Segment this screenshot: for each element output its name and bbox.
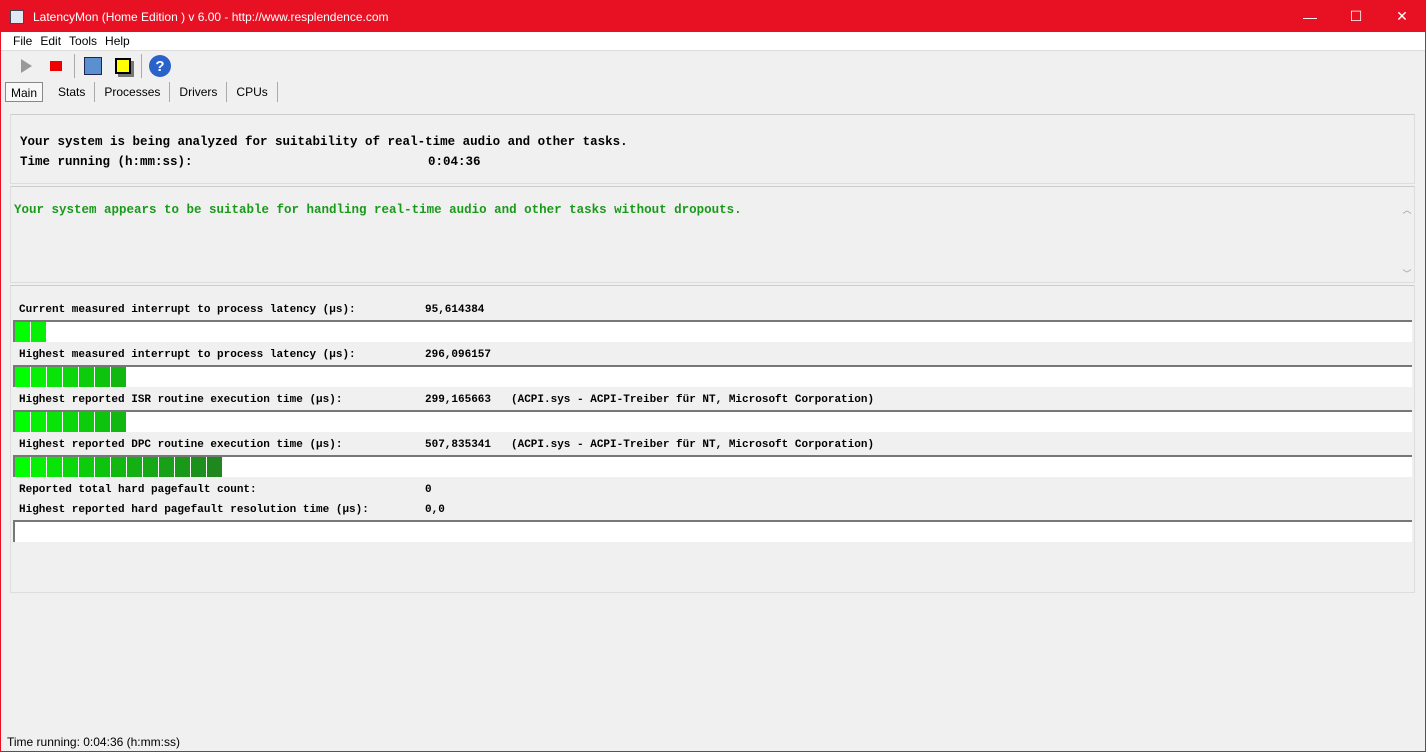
time-running-value: 0:04:36 [428,155,481,169]
bar-segment [95,367,110,387]
metric-bar [13,455,1412,477]
help-button[interactable]: ? [145,53,175,79]
bar-segment [31,367,46,387]
bar-segment [15,367,30,387]
bar-segment [15,457,30,477]
bar-segment [31,457,46,477]
metric-label: Highest reported ISR routine execution t… [19,394,343,406]
metrics-panel: Current measured interrupt to process la… [10,285,1415,593]
metric-label: Current measured interrupt to process la… [19,304,356,316]
metric-value: 299,165663 [425,394,492,406]
metric-row: Highest measured interrupt to process la… [13,345,1412,365]
bar-segment [31,322,46,342]
metric-label: Highest measured interrupt to process la… [19,349,356,361]
analysis-message: Your system is being analyzed for suitab… [20,135,628,149]
metric-value: 95,614384 [425,304,485,316]
time-running-label: Time running (h:mm:ss): [20,155,193,169]
pagefault-count-label: Reported total hard pagefault count: [19,484,257,496]
cpu-button[interactable] [108,53,138,79]
bar-segment [47,367,62,387]
menu-help[interactable]: Help [105,34,130,48]
bar-segment [111,367,126,387]
tab-main[interactable]: Main [5,82,44,102]
menu-edit[interactable]: Edit [40,34,61,48]
metric-bar [13,410,1412,432]
title-bar: LatencyMon (Home Edition ) v 6.00 - http… [1,1,1425,32]
status-bar: Time running: 0:04:36 (h:mm:ss) [7,735,180,749]
toolbar-separator [74,54,75,78]
bar-segment [15,412,30,432]
bar-segment [47,457,62,477]
metric-bar [13,320,1412,342]
tab-cpus[interactable]: CPUs [227,82,278,102]
toolbar-separator [141,54,142,78]
bar-segment [207,457,222,477]
bar-segment [31,412,46,432]
verdict-panel: Your system appears to be suitable for h… [10,186,1415,283]
pagefault-bar [13,520,1412,542]
metric-value: 296,096157 [425,349,492,361]
verdict-text: Your system appears to be suitable for h… [14,203,742,217]
tab-drivers[interactable]: Drivers [170,82,228,102]
pagefault-res-label: Highest reported hard pagefault resoluti… [19,504,369,516]
play-icon [20,59,32,73]
bar-segment [95,412,110,432]
monitor-icon [84,57,102,75]
pagefault-count-value: 0 [425,484,432,496]
toolbar: ? [1,51,1425,81]
metric-detail: (ACPI.sys - ACPI-Treiber für NT, Microso… [511,439,875,451]
bar-segment [127,457,142,477]
bar-segment [63,367,78,387]
stop-icon [50,61,62,71]
bar-segment [159,457,174,477]
scroll-down-icon: ﹀ [1402,269,1412,279]
bar-segment [79,367,94,387]
bar-segment [111,457,126,477]
bar-segment [175,457,190,477]
minimize-button[interactable]: — [1287,1,1333,32]
bar-segment [143,457,158,477]
metric-detail: (ACPI.sys - ACPI-Treiber für NT, Microso… [511,394,875,406]
bar-segment [63,457,78,477]
bar-segment [191,457,206,477]
pagefault-res-row: Highest reported hard pagefault resoluti… [13,500,1412,520]
bar-segment [63,412,78,432]
metric-value: 507,835341 [425,439,492,451]
tab-stats[interactable]: Stats [49,82,96,102]
help-icon: ? [149,55,171,77]
metric-bar [13,365,1412,387]
pagefault-count-row: Reported total hard pagefault count: 0 [13,480,1412,500]
stop-button[interactable] [41,53,71,79]
bar-segment [47,412,62,432]
metric-row: Highest reported ISR routine execution t… [13,390,1412,410]
close-button[interactable]: ✕ [1379,1,1425,32]
bar-segment [79,412,94,432]
app-icon [10,9,24,24]
bar-segment [79,457,94,477]
pagefault-res-value: 0,0 [425,504,445,516]
start-button[interactable] [11,53,41,79]
maximize-button[interactable]: ☐ [1333,1,1379,32]
menu-bar: File Edit Tools Help [1,32,1425,51]
metric-label: Highest reported DPC routine execution t… [19,439,343,451]
bar-segment [15,322,30,342]
metric-row: Highest reported DPC routine execution t… [13,435,1412,455]
bar-segment [95,457,110,477]
analysis-status-panel: Your system is being analyzed for suitab… [10,114,1415,184]
verdict-scrollbar[interactable]: ︿ ﹀ [1400,203,1414,282]
window-title: LatencyMon (Home Edition ) v 6.00 - http… [33,9,389,24]
tab-processes[interactable]: Processes [95,82,171,102]
menu-tools[interactable]: Tools [69,34,97,48]
scroll-up-icon: ︿ [1402,205,1412,215]
tab-bar: Main Stats Processes Drivers CPUs [1,81,1425,103]
report-button[interactable] [78,53,108,79]
metric-row: Current measured interrupt to process la… [13,300,1412,320]
bar-segment [111,412,126,432]
menu-file[interactable]: File [13,34,32,48]
windows-icon [115,58,131,74]
